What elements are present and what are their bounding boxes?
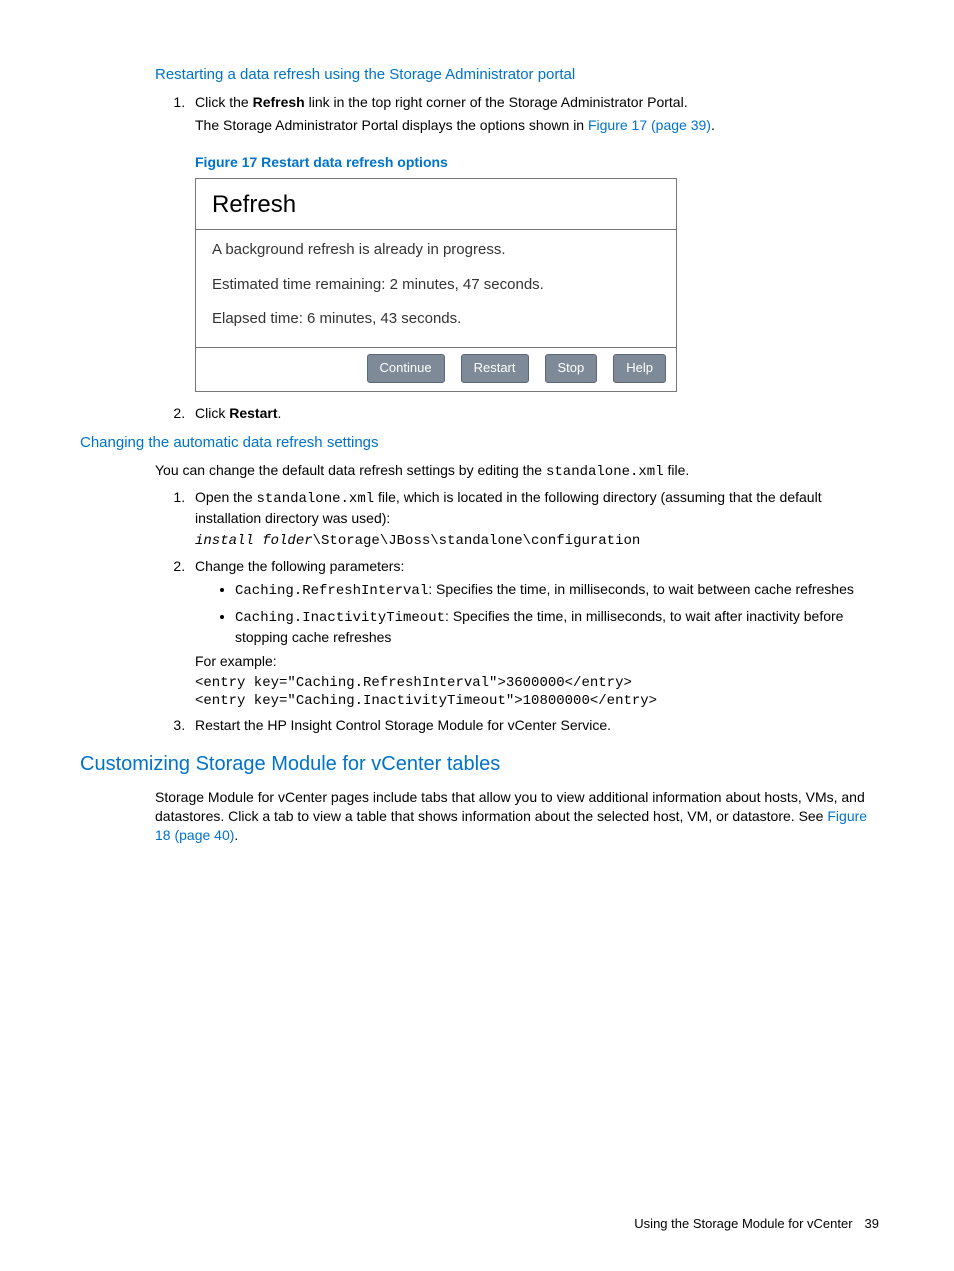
text: The Storage Administrator Portal display… xyxy=(195,117,588,133)
step-2: Click Restart. xyxy=(189,404,879,423)
parameter-list: Caching.RefreshInterval: Specifies the t… xyxy=(195,580,879,647)
text: . xyxy=(711,117,715,133)
continue-button[interactable]: Continue xyxy=(367,354,445,383)
footer-text: Using the Storage Module for vCenter xyxy=(634,1216,852,1231)
restart-button[interactable]: Restart xyxy=(461,354,529,383)
text: Storage Module for vCenter pages include… xyxy=(155,789,865,824)
param-refresh-interval: Caching.RefreshInterval: Specifies the t… xyxy=(235,580,879,601)
step-1-line2: The Storage Administrator Portal display… xyxy=(195,116,879,135)
text: Change the following parameters: xyxy=(195,558,404,574)
text: . xyxy=(277,405,281,421)
stop-button[interactable]: Stop xyxy=(545,354,598,383)
sec2-step-1: Open the standalone.xml file, which is l… xyxy=(189,488,879,551)
text: Restart the HP Insight Control Storage M… xyxy=(195,717,611,733)
text: Open the xyxy=(195,489,257,505)
page-number: 39 xyxy=(865,1216,879,1231)
dialog-line-1: A background refresh is already in progr… xyxy=(212,240,660,260)
standalone-xml: standalone.xml xyxy=(546,464,664,480)
standalone-xml-2: standalone.xml xyxy=(257,491,375,507)
page-footer: Using the Storage Module for vCenter 39 xyxy=(634,1215,879,1233)
dialog-footer: Continue Restart Stop Help xyxy=(196,347,676,391)
install-path: install folder\Storage\JBoss\standalone\… xyxy=(195,533,879,551)
text: file. xyxy=(664,462,690,478)
refresh-link-label: Refresh xyxy=(253,94,305,110)
text: Click xyxy=(195,405,229,421)
figure-17-caption: Figure 17 Restart data refresh options xyxy=(195,153,879,172)
dialog-line-3: Elapsed time: 6 minutes, 43 seconds. xyxy=(212,309,660,329)
text: Click the xyxy=(195,94,253,110)
restart-label: Restart xyxy=(229,405,277,421)
steps-sec2: Open the standalone.xml file, which is l… xyxy=(155,488,879,736)
sec2-intro: You can change the default data refresh … xyxy=(155,461,879,482)
for-example-label: For example: xyxy=(195,652,879,671)
text: : Specifies the time, in milliseconds, t… xyxy=(428,581,854,597)
sec2-step-3: Restart the HP Insight Control Storage M… xyxy=(189,716,879,735)
example-code-block: <entry key="Caching.RefreshInterval">360… xyxy=(195,675,879,710)
code: Caching.RefreshInterval xyxy=(235,583,428,599)
figure-17-reference-link[interactable]: Figure 17 (page 39) xyxy=(588,117,711,133)
dialog-body: A background refresh is already in progr… xyxy=(196,230,676,347)
heading-restarting-refresh: Restarting a data refresh using the Stor… xyxy=(155,65,879,85)
heading-changing-settings: Changing the automatic data refresh sett… xyxy=(80,433,879,453)
code: Caching.InactivityTimeout xyxy=(235,610,445,626)
dialog-line-2: Estimated time remaining: 2 minutes, 47 … xyxy=(212,275,660,295)
sec3-body: Storage Module for vCenter pages include… xyxy=(155,788,879,845)
text: link in the top right corner of the Stor… xyxy=(305,94,688,110)
sec2-step-2: Change the following parameters: Caching… xyxy=(189,557,879,710)
param-inactivity-timeout: Caching.InactivityTimeout: Specifies the… xyxy=(235,607,879,647)
text: . xyxy=(234,827,238,843)
path-rest: \Storage\JBoss\standalone\configuration xyxy=(313,533,641,549)
dialog-title: Refresh xyxy=(196,179,676,230)
text: You can change the default data refresh … xyxy=(155,462,546,478)
step-1: Click the Refresh link in the top right … xyxy=(189,93,879,391)
refresh-dialog: Refresh A background refresh is already … xyxy=(195,178,677,392)
heading-customizing-tables: Customizing Storage Module for vCenter t… xyxy=(80,751,879,778)
help-button[interactable]: Help xyxy=(613,354,666,383)
steps-sec1: Click the Refresh link in the top right … xyxy=(155,93,879,422)
install-folder-var: install folder xyxy=(195,533,313,549)
